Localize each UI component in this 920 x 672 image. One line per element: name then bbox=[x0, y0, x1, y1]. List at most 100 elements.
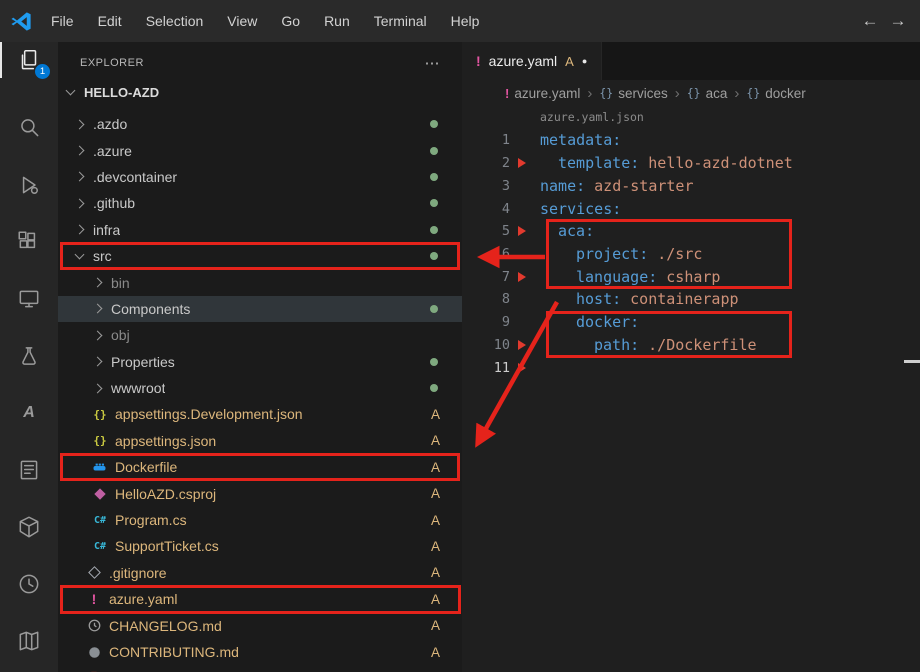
tree-item-src[interactable]: src bbox=[58, 243, 462, 269]
extensions-icon[interactable] bbox=[0, 228, 58, 256]
line-number[interactable]: 4 bbox=[462, 201, 510, 217]
release-notes-icon[interactable] bbox=[0, 456, 58, 484]
code-line[interactable]: 1metadata: bbox=[462, 129, 920, 152]
red-line-marker bbox=[518, 340, 526, 350]
git-status-badge: A bbox=[431, 486, 440, 501]
red-line-marker bbox=[518, 226, 526, 236]
code-line[interactable]: 3name:azd-starter bbox=[462, 174, 920, 197]
tree-item-components[interactable]: Components bbox=[58, 296, 462, 322]
chevron-right-icon bbox=[93, 357, 103, 367]
navigate-back-icon[interactable]: ← bbox=[856, 11, 884, 31]
menu-run[interactable]: Run bbox=[312, 13, 362, 29]
tree-item-devcontainer[interactable]: .devcontainer bbox=[58, 164, 462, 190]
code-line[interactable]: 6project:./src bbox=[462, 243, 920, 266]
testing-beaker-icon[interactable] bbox=[0, 342, 58, 370]
tree-item-appsettings-dev[interactable]: {}appsettings.Development.jsonA bbox=[58, 401, 462, 427]
map-icon[interactable] bbox=[0, 627, 58, 655]
code-line[interactable]: 11 bbox=[462, 356, 920, 379]
menu-view[interactable]: View bbox=[215, 13, 269, 29]
tree-item-infra[interactable]: infra bbox=[58, 217, 462, 243]
tree-item-supportticket-cs[interactable]: C#SupportTicket.csA bbox=[58, 533, 462, 559]
workspace-root-label: HELLO-AZD bbox=[84, 85, 159, 100]
yaml-icon: ! bbox=[86, 591, 102, 607]
git-change-dot bbox=[430, 358, 438, 366]
tree-item-contributing[interactable]: CONTRIBUTING.mdA bbox=[58, 639, 462, 665]
red-line-marker bbox=[518, 363, 526, 373]
line-number[interactable]: 3 bbox=[462, 178, 510, 194]
line-number[interactable]: 1 bbox=[462, 132, 510, 148]
tree-item-dockerfile[interactable]: DockerfileA bbox=[58, 454, 462, 480]
explorer-badge: 1 bbox=[35, 64, 50, 79]
menu-file[interactable]: File bbox=[39, 13, 86, 29]
history-icon[interactable] bbox=[0, 570, 58, 598]
tree-item-bin[interactable]: bin bbox=[58, 269, 462, 295]
line-number[interactable]: 11 bbox=[462, 360, 510, 376]
menu-selection[interactable]: Selection bbox=[134, 13, 216, 29]
tree-item-wwwroot[interactable]: wwwroot bbox=[58, 375, 462, 401]
chevron-separator-icon: › bbox=[587, 85, 592, 102]
menu-terminal[interactable]: Terminal bbox=[362, 13, 439, 29]
file-tree: .azdo .azure .devcontainer .github infra… bbox=[58, 111, 462, 672]
clock-icon bbox=[86, 618, 102, 634]
line-number[interactable]: 6 bbox=[462, 246, 510, 262]
tab-azure-yaml[interactable]: ! azure.yaml A ● bbox=[462, 42, 602, 80]
tree-item-azure[interactable]: .azure bbox=[58, 137, 462, 163]
workspace-root[interactable]: HELLO-AZD bbox=[58, 78, 462, 106]
git-change-dot bbox=[430, 305, 438, 313]
menu-edit[interactable]: Edit bbox=[86, 13, 134, 29]
vscode-window: File Edit Selection View Go Run Terminal… bbox=[0, 0, 920, 672]
code-line[interactable]: 2template:hello-azd-dotnet bbox=[462, 152, 920, 175]
remote-explorer-icon[interactable] bbox=[0, 285, 58, 313]
tree-item-github[interactable]: .github bbox=[58, 190, 462, 216]
tab-label: azure.yaml bbox=[489, 53, 557, 69]
chevron-right-icon bbox=[93, 278, 103, 288]
chevron-right-icon bbox=[75, 225, 85, 235]
tree-item-azdo[interactable]: .azdo bbox=[58, 111, 462, 137]
code-line[interactable]: 9docker: bbox=[462, 311, 920, 334]
breadcrumb-services[interactable]: {}services bbox=[599, 86, 667, 101]
code-line[interactable]: 7language:csharp bbox=[462, 265, 920, 288]
menu-help[interactable]: Help bbox=[439, 13, 492, 29]
breadcrumb-file[interactable]: !azure.yaml bbox=[505, 86, 580, 101]
tree-item-obj[interactable]: obj bbox=[58, 322, 462, 348]
tree-item-program-cs[interactable]: C#Program.csA bbox=[58, 507, 462, 533]
containers-icon[interactable] bbox=[0, 513, 58, 541]
code-line[interactable]: 10path:./Dockerfile bbox=[462, 333, 920, 356]
tree-item-appsettings[interactable]: {}appsettings.jsonA bbox=[58, 428, 462, 454]
code-line[interactable]: 4services: bbox=[462, 197, 920, 220]
tree-item-azure-yaml[interactable]: !azure.yamlA bbox=[58, 586, 462, 612]
more-actions-icon[interactable]: ⋯ bbox=[425, 54, 441, 72]
code-line[interactable]: 8host:containerapp bbox=[462, 288, 920, 311]
tree-item-csproj[interactable]: HelloAZD.csprojA bbox=[58, 480, 462, 506]
breadcrumb-docker[interactable]: {}docker bbox=[746, 86, 805, 101]
azure-icon[interactable]: A bbox=[0, 399, 58, 427]
chevron-right-icon bbox=[93, 330, 103, 340]
explorer-icon[interactable]: 1 bbox=[0, 46, 58, 74]
line-number[interactable]: 7 bbox=[462, 269, 510, 285]
git-status-badge: A bbox=[431, 618, 440, 633]
search-icon[interactable] bbox=[0, 114, 58, 142]
chevron-right-icon bbox=[93, 304, 103, 314]
activity-bar: 1 A bbox=[0, 42, 58, 672]
tree-item-gitignore[interactable]: .gitignoreA bbox=[58, 560, 462, 586]
breadcrumb-aca[interactable]: {}aca bbox=[687, 86, 728, 101]
tree-item-license[interactable]: LICENSE.md bbox=[58, 665, 462, 672]
line-number[interactable]: 10 bbox=[462, 337, 510, 353]
unsaved-dot-icon[interactable]: ● bbox=[582, 56, 587, 66]
code-line[interactable]: 5aca: bbox=[462, 220, 920, 243]
navigate-forward-icon[interactable]: → bbox=[884, 11, 912, 31]
csharp-icon: C# bbox=[92, 512, 108, 528]
chevron-separator-icon: › bbox=[675, 85, 680, 102]
git-status-badge: A bbox=[431, 592, 440, 607]
line-number[interactable]: 9 bbox=[462, 314, 510, 330]
line-number[interactable]: 5 bbox=[462, 223, 510, 239]
run-debug-icon[interactable] bbox=[0, 171, 58, 199]
git-status-badge: A bbox=[431, 433, 440, 448]
line-number[interactable]: 2 bbox=[462, 155, 510, 171]
tree-item-properties[interactable]: Properties bbox=[58, 349, 462, 375]
tree-item-changelog[interactable]: CHANGELOG.mdA bbox=[58, 612, 462, 638]
vscode-logo-icon bbox=[10, 10, 33, 33]
line-number[interactable]: 8 bbox=[462, 291, 510, 307]
menu-go[interactable]: Go bbox=[269, 13, 312, 29]
schema-lens[interactable]: azure.yaml.json bbox=[540, 110, 644, 124]
